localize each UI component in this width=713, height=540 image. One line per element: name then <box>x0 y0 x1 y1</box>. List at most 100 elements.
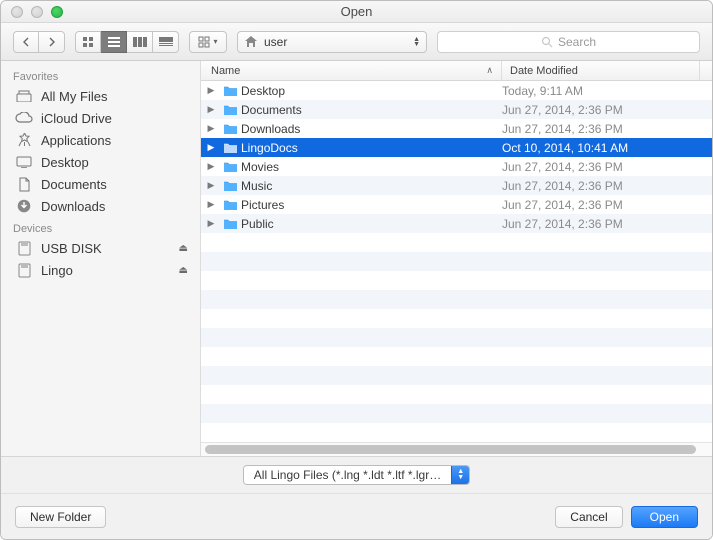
home-icon <box>244 35 258 48</box>
disclosure-triangle-icon[interactable]: ▶ <box>201 104 221 115</box>
search-icon <box>541 36 553 48</box>
sidebar-item-icloud[interactable]: iCloud Drive <box>1 107 200 129</box>
column-view-button[interactable] <box>127 31 153 53</box>
folder-icon <box>221 104 239 116</box>
file-name: Movies <box>239 160 502 174</box>
sidebar-item-desktop[interactable]: Desktop <box>1 151 200 173</box>
sidebar-item-applications[interactable]: Applications <box>1 129 200 151</box>
list-view-button[interactable] <box>101 31 127 53</box>
file-date: Jun 27, 2014, 2:36 PM <box>502 160 700 174</box>
search-field[interactable]: Search <box>437 31 700 53</box>
file-date: Jun 27, 2014, 2:36 PM <box>502 122 700 136</box>
disclosure-triangle-icon[interactable]: ▶ <box>201 180 221 191</box>
sidebar-group-devices: Devices <box>1 217 200 237</box>
sidebar-item-label: Documents <box>41 177 107 192</box>
stepper-icon: ▲▼ <box>451 466 469 484</box>
sidebar-item-downloads[interactable]: Downloads <box>1 195 200 217</box>
downloads-icon <box>15 198 33 214</box>
new-folder-button[interactable]: New Folder <box>15 506 106 528</box>
file-row[interactable]: ▶ PublicJun 27, 2014, 2:36 PM <box>201 214 712 233</box>
disclosure-triangle-icon[interactable]: ▶ <box>201 85 221 96</box>
all-my-files-icon <box>15 88 33 104</box>
disclosure-triangle-icon[interactable]: ▶ <box>201 123 221 134</box>
view-mode-buttons <box>75 31 179 53</box>
sidebar-item-all-my-files[interactable]: All My Files <box>1 85 200 107</box>
file-date: Jun 27, 2014, 2:36 PM <box>502 198 700 212</box>
column-header-name[interactable]: Name ∧ <box>201 61 502 80</box>
open-button[interactable]: Open <box>631 506 698 528</box>
arrange-button[interactable]: ▾ <box>189 31 227 53</box>
list-view-icon <box>108 37 120 47</box>
nav-buttons <box>13 31 65 53</box>
file-name: Desktop <box>239 84 502 98</box>
column-header-date[interactable]: Date Modified <box>502 61 700 80</box>
file-type-filter[interactable]: All Lingo Files (*.lng *.ldt *.ltf *.lgr… <box>243 465 470 485</box>
forward-button[interactable] <box>39 31 65 53</box>
scrollbar-thumb[interactable] <box>205 445 696 454</box>
sidebar-item-usb-disk[interactable]: USB DISK ⏏ <box>1 237 200 259</box>
applications-icon <box>15 132 33 148</box>
file-row[interactable]: ▶ DocumentsJun 27, 2014, 2:36 PM <box>201 100 712 119</box>
file-name: Documents <box>239 103 502 117</box>
file-name: Public <box>239 217 502 231</box>
eject-icon[interactable]: ⏏ <box>179 243 188 254</box>
icloud-icon <box>15 110 33 126</box>
documents-icon <box>15 176 33 192</box>
sort-ascending-icon: ∧ <box>486 65 493 76</box>
file-row[interactable]: ▶ DownloadsJun 27, 2014, 2:36 PM <box>201 119 712 138</box>
file-browser: Name ∧ Date Modified ▶ DesktopToday, 9:11… <box>201 61 712 456</box>
sidebar-item-label: Downloads <box>41 199 105 214</box>
back-button[interactable] <box>13 31 39 53</box>
folder-icon <box>221 161 239 173</box>
sidebar-item-label: USB DISK <box>41 241 102 256</box>
file-name: LingoDocs <box>239 141 502 155</box>
chevron-down-icon: ▾ <box>213 37 217 46</box>
sidebar-item-label: All My Files <box>41 89 107 104</box>
file-row[interactable]: ▶ MusicJun 27, 2014, 2:36 PM <box>201 176 712 195</box>
file-name: Pictures <box>239 198 502 212</box>
path-control[interactable]: user ▲▼ <box>237 31 427 53</box>
file-date: Jun 27, 2014, 2:36 PM <box>502 103 700 117</box>
sidebar-item-label: Lingo <box>41 263 73 278</box>
sidebar-item-documents[interactable]: Documents <box>1 173 200 195</box>
file-name: Music <box>239 179 502 193</box>
file-row[interactable]: ▶ MoviesJun 27, 2014, 2:36 PM <box>201 157 712 176</box>
sidebar-item-label: iCloud Drive <box>41 111 112 126</box>
cancel-button[interactable]: Cancel <box>555 506 622 528</box>
file-type-filter-bar: All Lingo Files (*.lng *.ldt *.ltf *.lgr… <box>1 457 712 493</box>
disclosure-triangle-icon[interactable]: ▶ <box>201 142 221 153</box>
file-row[interactable]: ▶ DesktopToday, 9:11 AM <box>201 81 712 100</box>
sidebar-item-label: Desktop <box>41 155 89 170</box>
chevron-left-icon <box>22 37 30 47</box>
icon-view-button[interactable] <box>75 31 101 53</box>
disclosure-triangle-icon[interactable]: ▶ <box>201 199 221 210</box>
file-date: Jun 27, 2014, 2:36 PM <box>502 217 700 231</box>
coverflow-view-icon <box>159 37 173 47</box>
file-row[interactable]: ▶LingoDocsOct 10, 2014, 10:41 AM <box>201 138 712 157</box>
file-type-filter-label: All Lingo Files (*.lng *.ldt *.ltf *.lgr… <box>244 466 451 484</box>
titlebar: Open <box>1 1 712 23</box>
coverflow-view-button[interactable] <box>153 31 179 53</box>
column-view-icon <box>133 37 147 47</box>
horizontal-scrollbar[interactable] <box>201 442 712 456</box>
disk-icon <box>15 240 33 256</box>
sidebar-item-label: Applications <box>41 133 111 148</box>
disclosure-triangle-icon[interactable]: ▶ <box>201 218 221 229</box>
file-date: Today, 9:11 AM <box>502 84 700 98</box>
disk-icon <box>15 262 33 278</box>
file-date: Jun 27, 2014, 2:36 PM <box>502 179 700 193</box>
folder-icon <box>221 123 239 135</box>
path-label: user <box>264 35 407 49</box>
eject-icon[interactable]: ⏏ <box>179 265 188 276</box>
folder-icon <box>221 218 239 230</box>
arrange-icon <box>198 36 210 48</box>
dialog-footer: New Folder Cancel Open <box>1 493 712 539</box>
sidebar-item-lingo-disk[interactable]: Lingo ⏏ <box>1 259 200 281</box>
file-row[interactable]: ▶ PicturesJun 27, 2014, 2:36 PM <box>201 195 712 214</box>
search-placeholder: Search <box>558 35 596 49</box>
file-list[interactable]: ▶DesktopToday, 9:11 AM▶DocumentsJun 27, … <box>201 81 712 442</box>
file-name: Downloads <box>239 122 502 136</box>
main-area: Favorites All My Files iCloud Drive Appl… <box>1 61 712 456</box>
disclosure-triangle-icon[interactable]: ▶ <box>201 161 221 172</box>
folder-icon <box>221 85 239 97</box>
